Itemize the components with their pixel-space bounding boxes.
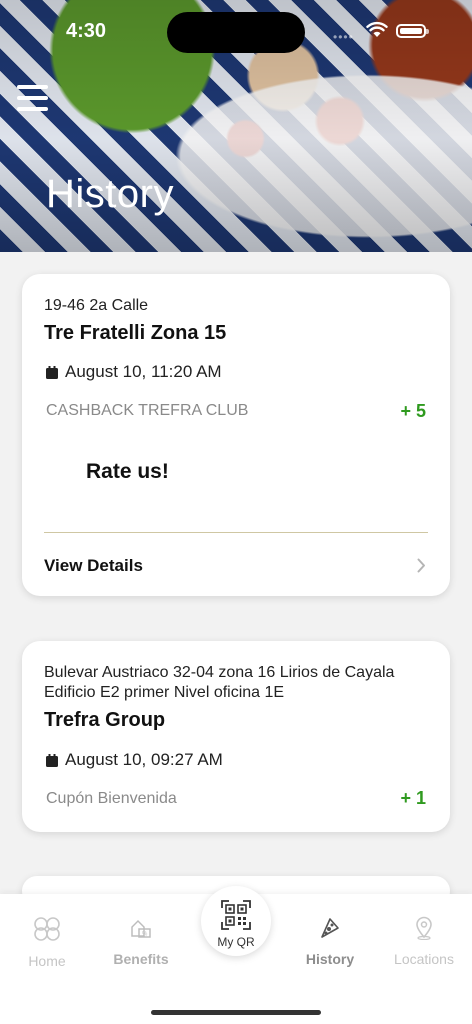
wifi-icon <box>366 21 388 37</box>
location-pin-icon <box>416 916 432 941</box>
visit-date: August 10, 11:20 AM <box>46 362 222 382</box>
divider <box>44 532 428 533</box>
my-qr-button[interactable]: My QR <box>201 886 271 956</box>
dynamic-island <box>167 12 305 53</box>
tab-home[interactable]: Home <box>0 916 94 969</box>
qr-code-icon <box>221 900 251 930</box>
view-details-link[interactable]: View Details <box>44 556 143 576</box>
page-title: History <box>46 172 174 216</box>
my-qr-label: My QR <box>217 935 255 949</box>
points-earned: + 5 <box>400 401 426 421</box>
calendar-icon <box>46 753 58 767</box>
visit-date-text: August 10, 11:20 AM <box>65 362 222 381</box>
restaurant-address: 19-46 2a Calle <box>44 297 149 314</box>
rate-us-label[interactable]: Rate us! <box>86 460 169 484</box>
restaurant-name: Trefra Group <box>44 709 166 731</box>
reward-type: CASHBACK TREFRA CLUB <box>46 402 249 419</box>
tab-history[interactable]: History <box>283 916 377 967</box>
tab-locations[interactable]: Locations <box>377 916 471 967</box>
status-time: 4:30 <box>66 20 107 42</box>
restaurant-address: Bulevar Austriaco 32-04 zona 16 Lirios d… <box>44 664 395 701</box>
visit-date: August 10, 09:27 AM <box>46 750 223 770</box>
svg-text:%: % <box>142 932 148 938</box>
restaurant-name: Tre Fratelli Zona 15 <box>44 322 227 344</box>
history-card[interactable]: Bulevar Austriaco 32-04 zona 16 Lirios d… <box>22 641 450 832</box>
reward-type: Cupón Bienvenida <box>46 790 177 807</box>
chevron-right-icon[interactable] <box>417 558 426 573</box>
benefits-icon: % <box>131 919 151 938</box>
menu-icon[interactable] <box>17 84 49 112</box>
points-earned: + 1 <box>400 788 426 808</box>
tab-benefits[interactable]: % Benefits <box>94 916 188 967</box>
calendar-icon <box>46 365 58 379</box>
home-icon <box>34 917 60 941</box>
tab-home-label: Home <box>28 953 66 969</box>
tab-locations-label: Locations <box>394 951 454 967</box>
history-icon <box>321 918 339 938</box>
tab-benefits-label: Benefits <box>113 951 169 967</box>
home-indicator <box>151 1010 321 1015</box>
status-bar: 4:30 •••• <box>0 0 472 60</box>
history-card[interactable]: 19-46 2a Calle Tre Fratelli Zona 15 Augu… <box>22 274 450 596</box>
tab-history-label: History <box>305 951 355 967</box>
battery-icon <box>396 24 429 38</box>
visit-date-text: August 10, 09:27 AM <box>65 750 223 769</box>
signal-icon: •••• <box>333 30 354 44</box>
